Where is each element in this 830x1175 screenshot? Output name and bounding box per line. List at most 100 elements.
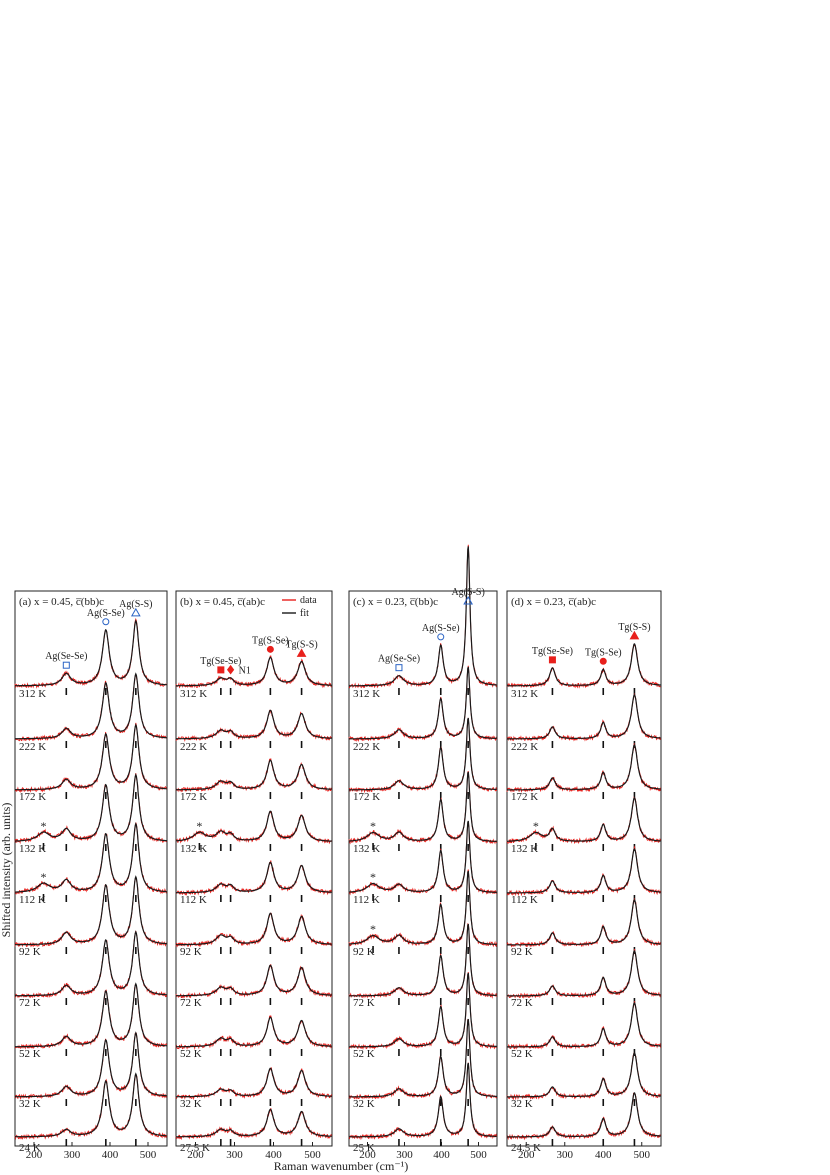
- data-trace: [506, 693, 662, 742]
- temperature-label: 32 K: [511, 1098, 533, 1110]
- temperature-label: 72 K: [180, 997, 202, 1009]
- temperature-label: 52 K: [353, 1048, 375, 1060]
- x-tick-label: 300: [396, 1149, 413, 1161]
- temperature-label: 92 K: [353, 946, 375, 958]
- panel-frame: [348, 590, 498, 1147]
- fit-curve: [15, 930, 167, 997]
- x-tick-label: 500: [470, 1149, 487, 1161]
- panel-title: (b) x = 0.45, c̅(ab)c: [180, 596, 265, 608]
- peak-label: Tg(S-S): [285, 639, 317, 650]
- fit-curve: [176, 759, 332, 791]
- data-trace: [175, 757, 333, 793]
- temperature-label: 32 K: [180, 1098, 202, 1110]
- peak-label: Ag(Se-Se): [378, 654, 420, 665]
- panel-title: (c) x = 0.23, c̅(bb)c: [353, 596, 438, 608]
- temperature-label: 52 K: [19, 1048, 41, 1060]
- fit-curve: [176, 1016, 332, 1048]
- fit-curve: [176, 964, 332, 997]
- temperature-label: 312 K: [353, 688, 380, 700]
- asterisk-marker: *: [370, 870, 376, 884]
- temperature-label: 92 K: [511, 946, 533, 958]
- fit-curve: [176, 912, 332, 946]
- temperature-label: 132 K: [353, 843, 380, 855]
- fit-curve: [176, 861, 332, 894]
- asterisk-marker: *: [370, 819, 376, 833]
- data-trace: [175, 912, 333, 948]
- peak-marker-triangle: [296, 648, 307, 657]
- peak-label: Tg(Se-Se): [532, 646, 573, 657]
- peak-label: Ag(S-Se): [422, 623, 460, 634]
- legend-entry: data: [300, 595, 317, 606]
- fit-curve: [507, 1002, 661, 1048]
- temperature-label: 172 K: [353, 791, 380, 803]
- panel-b: 200 300 400 500(b) x = 0.45, c̅(ab)c312 K22…: [175, 590, 333, 1161]
- data-trace: [175, 860, 333, 896]
- x-tick-label: 300: [226, 1149, 243, 1161]
- peak-label: Tg(Se-Se): [200, 656, 241, 667]
- fit-curve: [15, 672, 167, 740]
- peak-marker-circle: [599, 657, 607, 665]
- temperature-label: 222 K: [353, 741, 380, 753]
- data-trace: [348, 544, 498, 689]
- data-trace: [506, 643, 661, 689]
- peak-marker-square: [548, 656, 556, 664]
- temperature-label: 132 K: [511, 843, 538, 855]
- data-trace: [14, 617, 167, 689]
- temperature-label: 312 K: [511, 688, 538, 700]
- peak-marker-square: [62, 661, 70, 669]
- panel-title: (d) x = 0.23, c̅(ab)c: [511, 596, 596, 608]
- panel-d: 200 300 400 500(d) x = 0.23, c̅(ab)c312 K22…: [506, 590, 662, 1161]
- peak-marker-square: [217, 666, 225, 674]
- temperature-label: 52 K: [511, 1048, 533, 1060]
- temperature-label: 72 K: [353, 997, 375, 1009]
- legend-entry: fit: [300, 608, 309, 619]
- panel-c: 200 300 400 500(c) x = 0.23, c̅(bb)c312 K22…: [348, 544, 498, 1161]
- peak-label: Tg(S-S): [618, 622, 650, 633]
- peak-marker-square: [395, 664, 403, 672]
- fit-curve: [349, 666, 497, 740]
- data-trace: [14, 773, 167, 845]
- temperature-label: 132 K: [19, 843, 46, 855]
- raman-figure: Shifted intensity (arb. units) Raman wav…: [0, 544, 662, 1173]
- temperature-label: 92 K: [180, 946, 202, 958]
- x-tick-label: 400: [265, 1149, 282, 1161]
- data-trace: [14, 930, 168, 999]
- temperature-label: 172 K: [180, 791, 207, 803]
- asterisk-marker: *: [196, 819, 202, 833]
- data-trace: [14, 722, 168, 794]
- data-trace: [175, 1067, 333, 1101]
- temperature-label: 112 K: [511, 894, 538, 906]
- y-axis-label: Shifted intensity (arb. units): [0, 803, 13, 938]
- temperature-label: 92 K: [19, 946, 41, 958]
- temperature-label: 222 K: [180, 741, 207, 753]
- asterisk-marker: *: [41, 819, 47, 833]
- temperature-label: 112 K: [19, 894, 46, 906]
- fit-curve: [15, 619, 167, 687]
- temperature-label: 222 K: [511, 741, 538, 753]
- peak-label: Ag(S-S): [451, 587, 484, 598]
- panel-a: 200 300 400 500(a) x = 0.45, c̅(bb)c312 K22…: [14, 590, 168, 1161]
- peak-label: Tg(S-Se): [252, 635, 289, 646]
- data-trace: [175, 1014, 333, 1050]
- asterisk-marker: *: [370, 922, 376, 936]
- peak-marker-circle: [102, 618, 110, 626]
- temperature-label: 312 K: [180, 688, 207, 700]
- temperature-label: 132 K: [180, 843, 207, 855]
- peak-marker-diamond: [226, 664, 235, 675]
- x-tick-label: 400: [433, 1149, 450, 1161]
- peak-marker-triangle: [130, 607, 141, 617]
- peak-marker-triangle: [629, 630, 640, 640]
- fit-curve: [507, 899, 661, 946]
- fit-curve: [176, 709, 332, 740]
- temperature-label: 25 K: [353, 1142, 375, 1154]
- peak-marker-triangle: [463, 595, 474, 605]
- temperature-label: 112 K: [180, 894, 207, 906]
- temperature-label: 24.5 K: [511, 1142, 541, 1154]
- panel-title: (a) x = 0.45, c̅(bb)c: [19, 596, 104, 608]
- data-trace: [14, 822, 168, 895]
- temperature-label: 32 K: [19, 1098, 41, 1110]
- peak-label: N1: [239, 666, 251, 677]
- temperature-label: 24 K: [19, 1142, 41, 1154]
- panels: 200 300 400 500(a) x = 0.45, c̅(bb)c312 K22…: [14, 544, 662, 1161]
- x-tick-label: 300: [557, 1149, 574, 1161]
